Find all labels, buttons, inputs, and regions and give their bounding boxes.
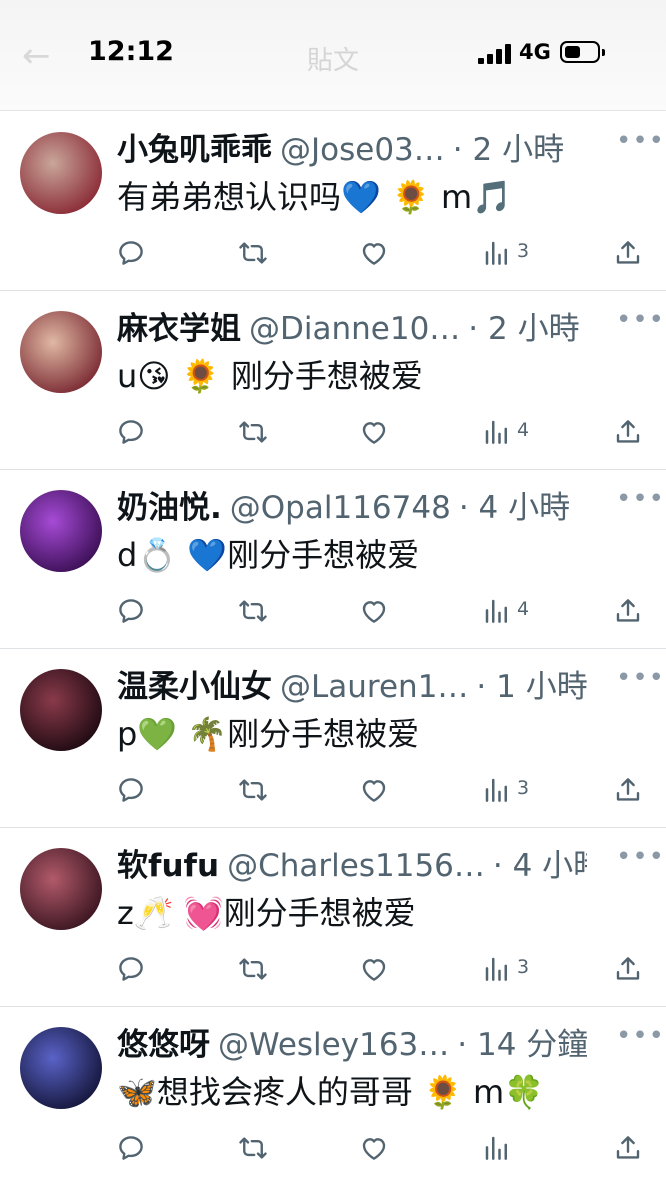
tweet-header: 奶油悦. @Opal116748 · 4 小時 xyxy=(117,488,587,528)
tweet-text: p💚 🌴刚分手想被爱 xyxy=(117,715,420,753)
avatar[interactable] xyxy=(20,848,102,930)
tweet-text: 有弟弟想认识吗💙 🌻 m🎵 xyxy=(117,178,513,216)
status-bar: ← 貼文 12:12 4G xyxy=(0,0,666,111)
views-count: 3 xyxy=(517,777,530,799)
like-icon[interactable] xyxy=(359,596,389,626)
user-handle[interactable]: @Wesley163… xyxy=(218,1027,449,1063)
reply-icon[interactable] xyxy=(116,1133,146,1163)
retweet-icon[interactable] xyxy=(238,238,268,268)
share-icon[interactable] xyxy=(613,775,643,805)
reply-icon[interactable] xyxy=(116,775,146,805)
tweet-header: 悠悠呀 @Wesley163… · 14 分鐘 xyxy=(117,1025,587,1065)
avatar[interactable] xyxy=(20,1027,102,1109)
tweet-text: 🦋想找会疼人的哥哥 🌻 m🍀 xyxy=(117,1073,545,1111)
display-name[interactable]: 小兔叽乖乖 xyxy=(117,132,272,168)
views-count: 4 xyxy=(517,419,530,441)
status-time: 12:12 xyxy=(88,36,174,67)
display-name[interactable]: 奶油悦. xyxy=(117,490,222,526)
more-options-icon[interactable]: ••• xyxy=(616,663,665,693)
views-icon[interactable] xyxy=(482,954,512,984)
tweet-item[interactable]: 麻衣学姐 @Dianne10… · 2 小時 ••• u😘 🌻 刚分手想被爱 4 xyxy=(0,291,666,470)
tweet-item[interactable]: 温柔小仙女 @Lauren1… · 1 小時 ••• p💚 🌴刚分手想被爱 3 xyxy=(0,649,666,828)
display-name[interactable]: 麻衣学姐 xyxy=(117,311,241,347)
views-icon[interactable] xyxy=(482,417,512,447)
tweet-item[interactable]: 奶油悦. @Opal116748 · 4 小時 ••• d💍 💙刚分手想被爱 4 xyxy=(0,470,666,649)
user-handle[interactable]: @Charles1156… xyxy=(227,848,485,884)
user-handle[interactable]: @Lauren1… xyxy=(280,669,468,705)
display-name[interactable]: 温柔小仙女 xyxy=(117,669,272,705)
tweet-actions: 3 xyxy=(0,236,666,272)
tweet-feed: 小兔叽乖乖 @Jose03… · 2 小時 ••• 有弟弟想认识吗💙 🌻 m🎵 3 麻衣学姐… xyxy=(0,112,666,1185)
timestamp[interactable]: · 1 小時 xyxy=(476,669,587,705)
more-options-icon[interactable]: ••• xyxy=(616,842,665,872)
share-icon[interactable] xyxy=(613,1133,643,1163)
user-handle[interactable]: @Dianne10… xyxy=(249,311,460,347)
tweet-header: 麻衣学姐 @Dianne10… · 2 小時 xyxy=(117,309,587,349)
more-options-icon[interactable]: ••• xyxy=(616,305,665,335)
views-count: 3 xyxy=(517,956,530,978)
display-name[interactable]: 悠悠呀 xyxy=(117,1027,210,1063)
avatar[interactable] xyxy=(20,311,102,393)
display-name[interactable]: 软fufu xyxy=(117,848,219,884)
more-options-icon[interactable]: ••• xyxy=(616,126,665,156)
tweet-actions xyxy=(0,1131,666,1167)
tweet-text: u😘 🌻 刚分手想被爱 xyxy=(117,357,423,395)
tweet-item[interactable]: 悠悠呀 @Wesley163… · 14 分鐘 ••• 🦋想找会疼人的哥哥 🌻 m🍀 xyxy=(0,1007,666,1185)
reply-icon[interactable] xyxy=(116,954,146,984)
views-icon[interactable] xyxy=(482,1133,512,1163)
avatar[interactable] xyxy=(20,490,102,572)
views-icon[interactable] xyxy=(482,238,512,268)
tweet-item[interactable]: 软fufu@Charles1156…· 4 小時 ••• z🥂 💓刚分手想被爱 3 xyxy=(0,828,666,1007)
battery-icon xyxy=(560,41,605,63)
more-options-icon[interactable]: ••• xyxy=(616,1021,665,1051)
signal-icon xyxy=(478,44,512,64)
tweet-text: d💍 💙刚分手想被爱 xyxy=(117,536,420,574)
tweet-text: z🥂 💓刚分手想被爱 xyxy=(117,894,416,932)
views-count: 4 xyxy=(517,598,530,620)
like-icon[interactable] xyxy=(359,238,389,268)
user-handle[interactable]: @Jose03… xyxy=(280,132,445,168)
retweet-icon[interactable] xyxy=(238,1133,268,1163)
like-icon[interactable] xyxy=(359,1133,389,1163)
share-icon[interactable] xyxy=(613,954,643,984)
more-options-icon[interactable]: ••• xyxy=(616,484,665,514)
reply-icon[interactable] xyxy=(116,417,146,447)
timestamp[interactable]: · 4 小時 xyxy=(493,848,587,884)
avatar[interactable] xyxy=(20,132,102,214)
network-type: 4G xyxy=(519,40,551,64)
reply-icon[interactable] xyxy=(116,238,146,268)
tweet-item[interactable]: 小兔叽乖乖 @Jose03… · 2 小時 ••• 有弟弟想认识吗💙 🌻 m🎵 3 xyxy=(0,112,666,291)
timestamp[interactable]: · 2 小時 xyxy=(468,311,579,347)
tweet-header: 软fufu@Charles1156…· 4 小時 xyxy=(117,846,587,886)
timestamp[interactable]: · 2 小時 xyxy=(453,132,564,168)
share-icon[interactable] xyxy=(613,417,643,447)
tweet-actions: 4 xyxy=(0,594,666,630)
retweet-icon[interactable] xyxy=(238,596,268,626)
tweet-header: 小兔叽乖乖 @Jose03… · 2 小時 xyxy=(117,130,587,170)
user-handle[interactable]: @Opal116748 xyxy=(230,490,451,526)
timestamp[interactable]: · 14 分鐘 xyxy=(457,1027,587,1063)
tweet-actions: 4 xyxy=(0,415,666,451)
views-icon[interactable] xyxy=(482,596,512,626)
tweet-header: 温柔小仙女 @Lauren1… · 1 小時 xyxy=(117,667,587,707)
views-count: 3 xyxy=(517,240,530,262)
like-icon[interactable] xyxy=(359,417,389,447)
retweet-icon[interactable] xyxy=(238,954,268,984)
avatar[interactable] xyxy=(20,669,102,751)
tweet-actions: 3 xyxy=(0,952,666,988)
reply-icon[interactable] xyxy=(116,596,146,626)
retweet-icon[interactable] xyxy=(238,775,268,805)
share-icon[interactable] xyxy=(613,238,643,268)
views-icon[interactable] xyxy=(482,775,512,805)
like-icon[interactable] xyxy=(359,954,389,984)
share-icon[interactable] xyxy=(613,596,643,626)
timestamp[interactable]: · 4 小時 xyxy=(459,490,570,526)
retweet-icon[interactable] xyxy=(238,417,268,447)
tweet-actions: 3 xyxy=(0,773,666,809)
like-icon[interactable] xyxy=(359,775,389,805)
